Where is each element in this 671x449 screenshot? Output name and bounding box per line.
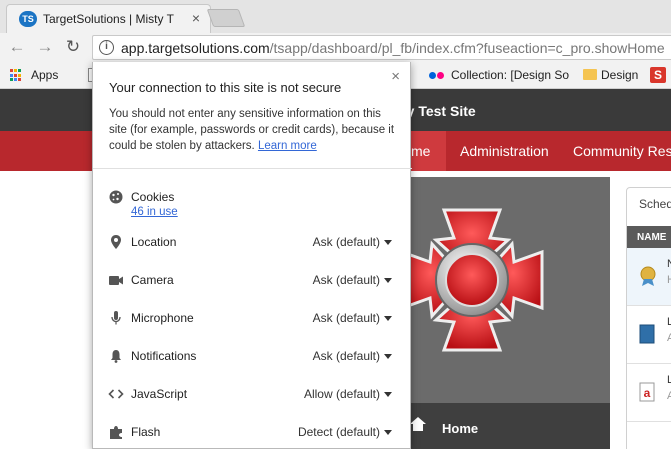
panel-title: Sched — [639, 197, 671, 211]
site-info-popup: × Your connection to this site is not se… — [92, 62, 412, 449]
permission-row-camera: Camera Ask (default) — [93, 265, 412, 295]
site-title: ty Test Site — [402, 103, 476, 119]
row-title: L — [667, 374, 671, 386]
info-icon[interactable]: i — [99, 40, 114, 55]
list-item[interactable]: N H — [627, 248, 671, 306]
favicon-icon: TS — [19, 11, 37, 27]
reload-button[interactable]: ↻ — [62, 37, 84, 57]
learn-more-link[interactable]: Learn more — [258, 140, 317, 152]
permission-row-location: Location Ask (default) — [93, 227, 412, 257]
design-bookmark[interactable]: Design — [601, 68, 638, 82]
caret-down-icon — [384, 240, 392, 246]
list-item[interactable]: a L A — [627, 364, 671, 422]
tab-title: TargetSolutions | Misty T — [43, 12, 174, 26]
url-text[interactable]: app.targetsolutions.com/tsapp/dashboard/… — [121, 40, 665, 56]
permission-row-javascript: JavaScript Allow (default) — [93, 379, 412, 409]
cookies-label: Cookies — [131, 190, 175, 204]
nav-item-administration[interactable]: Administration — [460, 143, 549, 159]
popup-heading: Your connection to this site is not secu… — [109, 80, 342, 95]
apps-icon[interactable] — [10, 69, 23, 82]
permission-select-microphone[interactable]: Ask (default) — [313, 311, 392, 325]
cookies-in-use-link[interactable]: 46 in use — [131, 206, 178, 218]
home-icon — [410, 417, 426, 431]
book-icon — [639, 324, 655, 344]
nav-item-home[interactable]: me — [411, 143, 430, 159]
row-subtitle: A — [667, 332, 671, 344]
permission-select-javascript[interactable]: Allow (default) — [304, 387, 392, 401]
puzzle-icon — [110, 426, 122, 439]
hero-image — [400, 177, 610, 403]
code-icon — [108, 389, 124, 399]
toolbar: ← → ↻ i app.targetsolutions.com/tsapp/da… — [0, 33, 671, 62]
browser-window: TS TargetSolutions | Misty T × ← → ↻ i a… — [0, 0, 671, 449]
folder-icon — [583, 69, 597, 80]
permission-value: Detect (default) — [297, 425, 380, 439]
list-item[interactable]: L A — [627, 306, 671, 364]
permission-select-location[interactable]: Ask (default) — [313, 235, 392, 249]
award-icon — [640, 266, 656, 286]
url-host: app.targetsolutions.com — [121, 40, 270, 56]
bell-icon — [111, 350, 121, 363]
schedule-panel: Sched NAME N H L A a L A — [626, 187, 671, 449]
permission-value: Allow (default) — [303, 387, 380, 401]
popup-body-text: You should not enter any sensitive infor… — [109, 108, 395, 152]
permission-value: Ask (default) — [312, 273, 380, 287]
caret-down-icon — [384, 278, 392, 284]
collection-bookmark[interactable]: Collection: [Design So — [451, 68, 569, 82]
caret-down-icon — [384, 316, 392, 322]
row-subtitle: H — [667, 274, 671, 286]
hero-home-bar[interactable] — [400, 403, 610, 449]
permission-row-flash: Flash Detect (default) — [93, 417, 412, 447]
caret-down-icon — [384, 430, 392, 436]
flickr-icon — [429, 72, 445, 79]
row-title: N — [667, 258, 671, 270]
apps-bookmark[interactable]: Apps — [31, 68, 58, 82]
nav-item-community-resources[interactable]: Community Reso — [573, 143, 671, 159]
s-bookmark-icon[interactable]: S — [650, 67, 666, 83]
new-tab-button[interactable] — [206, 9, 246, 27]
svg-text:a: a — [644, 386, 651, 400]
hero-home-label[interactable]: Home — [442, 421, 478, 436]
tab-strip: TS TargetSolutions | Misty T × — [0, 0, 671, 33]
cookie-icon — [109, 190, 123, 204]
permission-row-notifications: Notifications Ask (default) — [93, 341, 412, 371]
tab-close-icon[interactable]: × — [192, 10, 200, 26]
permission-label: Location — [131, 235, 177, 249]
permission-label: JavaScript — [131, 387, 188, 401]
divider — [93, 168, 412, 169]
permission-label: Notifications — [131, 349, 197, 363]
close-icon[interactable]: × — [391, 68, 400, 85]
popup-message: You should not enter any sensitive infor… — [109, 106, 397, 154]
permission-select-notifications[interactable]: Ask (default) — [313, 349, 392, 363]
caret-down-icon — [384, 392, 392, 398]
document-a-icon: a — [639, 382, 655, 402]
row-subtitle: A — [667, 390, 671, 402]
microphone-icon — [111, 311, 121, 325]
maltese-cross-icon — [400, 208, 544, 352]
address-bar[interactable]: i app.targetsolutions.com/tsapp/dashboar… — [92, 35, 671, 60]
row-title: L — [667, 316, 671, 328]
permission-select-camera[interactable]: Ask (default) — [313, 273, 392, 287]
permission-value: Ask (default) — [312, 349, 380, 363]
permission-value: Ask (default) — [312, 311, 380, 325]
back-button[interactable]: ← — [6, 37, 28, 57]
caret-down-icon — [384, 354, 392, 360]
permission-value: Ask (default) — [312, 235, 380, 249]
location-pin-icon — [111, 235, 121, 249]
forward-button[interactable]: → — [34, 37, 56, 57]
permission-label: Microphone — [131, 311, 194, 325]
permission-label: Camera — [131, 273, 174, 287]
url-path: /tsapp/dashboard/pl_fb/index.cfm?fuseact… — [269, 40, 665, 56]
cookies-row: Cookies 46 in use — [93, 182, 412, 224]
permission-label: Flash — [131, 425, 161, 439]
panel-column-header[interactable]: NAME — [627, 226, 671, 248]
permission-select-flash[interactable]: Detect (default) — [298, 425, 392, 439]
tab-active[interactable]: TS TargetSolutions | Misty T × — [6, 4, 211, 33]
permission-row-microphone: Microphone Ask (default) — [93, 303, 412, 333]
camera-icon — [109, 276, 123, 285]
